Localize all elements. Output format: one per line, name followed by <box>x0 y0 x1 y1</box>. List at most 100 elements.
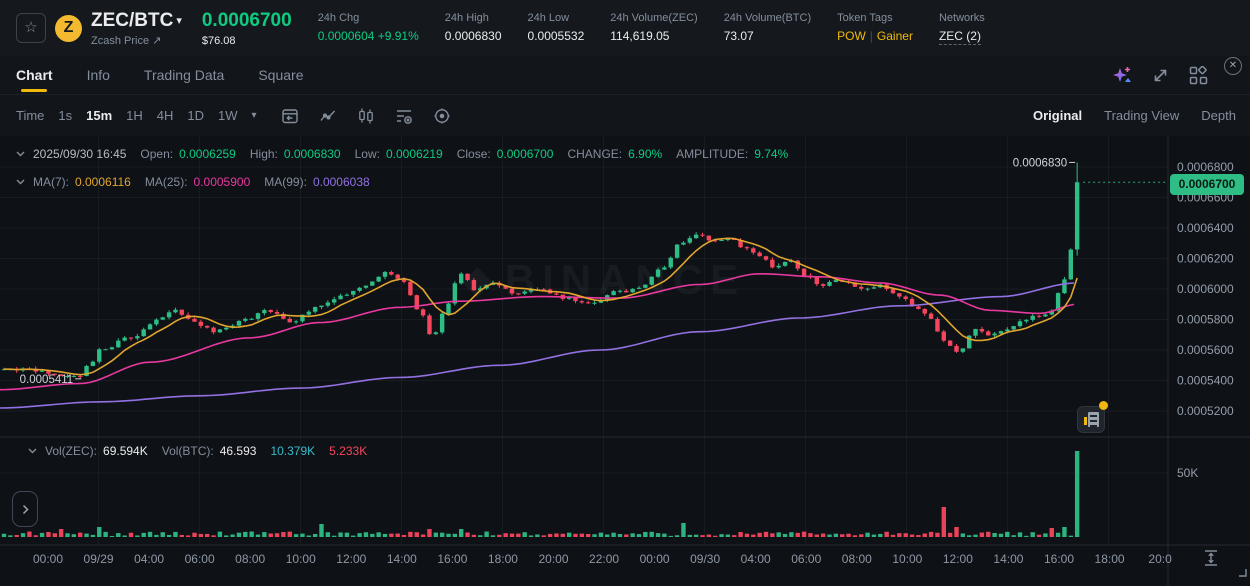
close-icon[interactable]: ✕ <box>1224 57 1242 75</box>
ma99-value: 0.0006038 <box>313 175 370 189</box>
corner-resize-handle[interactable] <box>1236 566 1248 578</box>
x-axis-label: 10:00 <box>286 552 316 566</box>
interval-dropdown-caret[interactable]: ▾ <box>252 110 257 121</box>
candle-body <box>1005 329 1009 331</box>
interval-1d[interactable]: 1D <box>187 108 204 123</box>
x-axis-label: 04:00 <box>741 552 771 566</box>
candle-body <box>465 274 469 280</box>
volume-bar <box>218 532 222 537</box>
favorite-star-button[interactable]: ☆ <box>16 13 46 43</box>
expand-icon[interactable] <box>1152 67 1169 84</box>
candle-body <box>313 307 317 312</box>
volume-bar <box>738 532 742 537</box>
volume-bar <box>59 529 63 537</box>
networks: Networks ZEC (2) <box>939 12 985 45</box>
candle-body <box>440 314 444 333</box>
interval-15m[interactable]: 15m <box>86 108 112 123</box>
y-axis-label: 0.0005400 <box>1177 374 1234 388</box>
candle-body <box>1011 326 1015 329</box>
volume-bar <box>472 535 476 537</box>
view-depth[interactable]: Depth <box>1201 108 1236 123</box>
layout-grid-icon[interactable] <box>1189 66 1208 85</box>
pair-selector[interactable]: ZEC/BTC▾ <box>91 10 182 32</box>
candle-body <box>1037 316 1041 317</box>
interval-1h[interactable]: 1H <box>126 108 143 123</box>
view-tradingview[interactable]: Trading View <box>1104 108 1179 123</box>
y-axis-label: 0.0005800 <box>1177 313 1234 327</box>
volume-bar <box>148 532 152 537</box>
x-axis-label: 00:00 <box>33 552 63 566</box>
calendar-jump-icon[interactable] <box>281 107 299 125</box>
volume-bar <box>167 535 171 537</box>
volume-bar <box>256 535 260 537</box>
tab-square[interactable]: Square <box>258 56 303 94</box>
volume-bar <box>351 536 355 537</box>
candle-body <box>249 319 253 320</box>
volume-bar <box>904 533 908 537</box>
candle-body <box>459 274 463 284</box>
ai-sparkle-icon[interactable] <box>1112 66 1132 85</box>
chart-canvas[interactable]: 0.00068000.00066000.00064000.00062000.00… <box>0 136 1250 586</box>
candle-body <box>326 303 330 306</box>
candle-body <box>161 317 165 319</box>
x-axis-label: 16:00 <box>437 552 467 566</box>
candle-body <box>675 245 679 258</box>
candle-body <box>154 320 158 325</box>
time-label: Time <box>16 108 44 123</box>
candle-body <box>288 319 292 323</box>
volume-bar <box>719 534 723 537</box>
candle-body <box>370 281 374 285</box>
volume-bar <box>53 533 57 537</box>
chart-settings-icon[interactable] <box>433 107 451 125</box>
candle-body <box>243 319 247 321</box>
collapse-chevron-icon[interactable] <box>16 179 25 185</box>
volume-bar <box>681 523 685 537</box>
volume-bar <box>961 533 965 537</box>
candle-body <box>211 328 215 333</box>
zcash-price-link[interactable]: Zcash Price ↗ <box>91 34 182 47</box>
volume-bar <box>84 534 88 537</box>
candle-body <box>961 348 965 351</box>
ohlc-close: 0.0006700 <box>497 147 554 161</box>
axis-scale-icon[interactable] <box>1200 549 1222 567</box>
volume-bar <box>764 532 768 537</box>
volume-bar <box>27 532 31 537</box>
volume-bar <box>249 532 253 537</box>
x-axis-label: 16:00 <box>1044 552 1074 566</box>
ma25-line <box>0 274 1074 390</box>
candle-body <box>427 315 431 334</box>
candle-body <box>650 277 654 285</box>
volume-bar <box>815 535 819 537</box>
token-tag-gainer[interactable]: Gainer <box>877 29 913 43</box>
line-chart-icon[interactable] <box>319 107 337 125</box>
volume-bar <box>199 534 203 537</box>
indicators-icon[interactable] <box>395 107 413 125</box>
tab-info[interactable]: Info <box>87 56 110 94</box>
view-original[interactable]: Original <box>1033 108 1082 123</box>
volume-bar <box>326 532 330 537</box>
candle-body <box>237 321 241 326</box>
tab-chart[interactable]: Chart <box>16 56 53 94</box>
volume-bar <box>72 534 76 537</box>
candle-body <box>142 329 146 336</box>
interval-4h[interactable]: 4H <box>157 108 174 123</box>
pane-expander-button[interactable] <box>12 491 38 527</box>
volume-bar <box>872 535 876 537</box>
volume-bar <box>389 534 393 537</box>
interval-1w[interactable]: 1W <box>218 108 238 123</box>
volume-bar <box>34 535 38 537</box>
candle-body <box>643 285 647 288</box>
x-axis-label: 08:00 <box>842 552 872 566</box>
interval-1s[interactable]: 1s <box>58 108 72 123</box>
candle-body <box>770 260 774 268</box>
candlestick-style-icon[interactable] <box>357 107 375 125</box>
news-marker-icon[interactable] <box>1077 406 1105 433</box>
candle-body <box>129 338 133 339</box>
tab-trading-data[interactable]: Trading Data <box>144 56 224 94</box>
collapse-chevron-icon[interactable] <box>28 448 37 454</box>
ohlc-info-line: 2025/09/30 16:45 Open: 0.0006259 High: 0… <box>16 147 788 161</box>
token-tag-pow[interactable]: POW <box>837 29 866 43</box>
collapse-chevron-icon[interactable] <box>16 151 25 157</box>
networks-value[interactable]: ZEC (2) <box>939 29 981 45</box>
volume-bar <box>713 536 717 537</box>
